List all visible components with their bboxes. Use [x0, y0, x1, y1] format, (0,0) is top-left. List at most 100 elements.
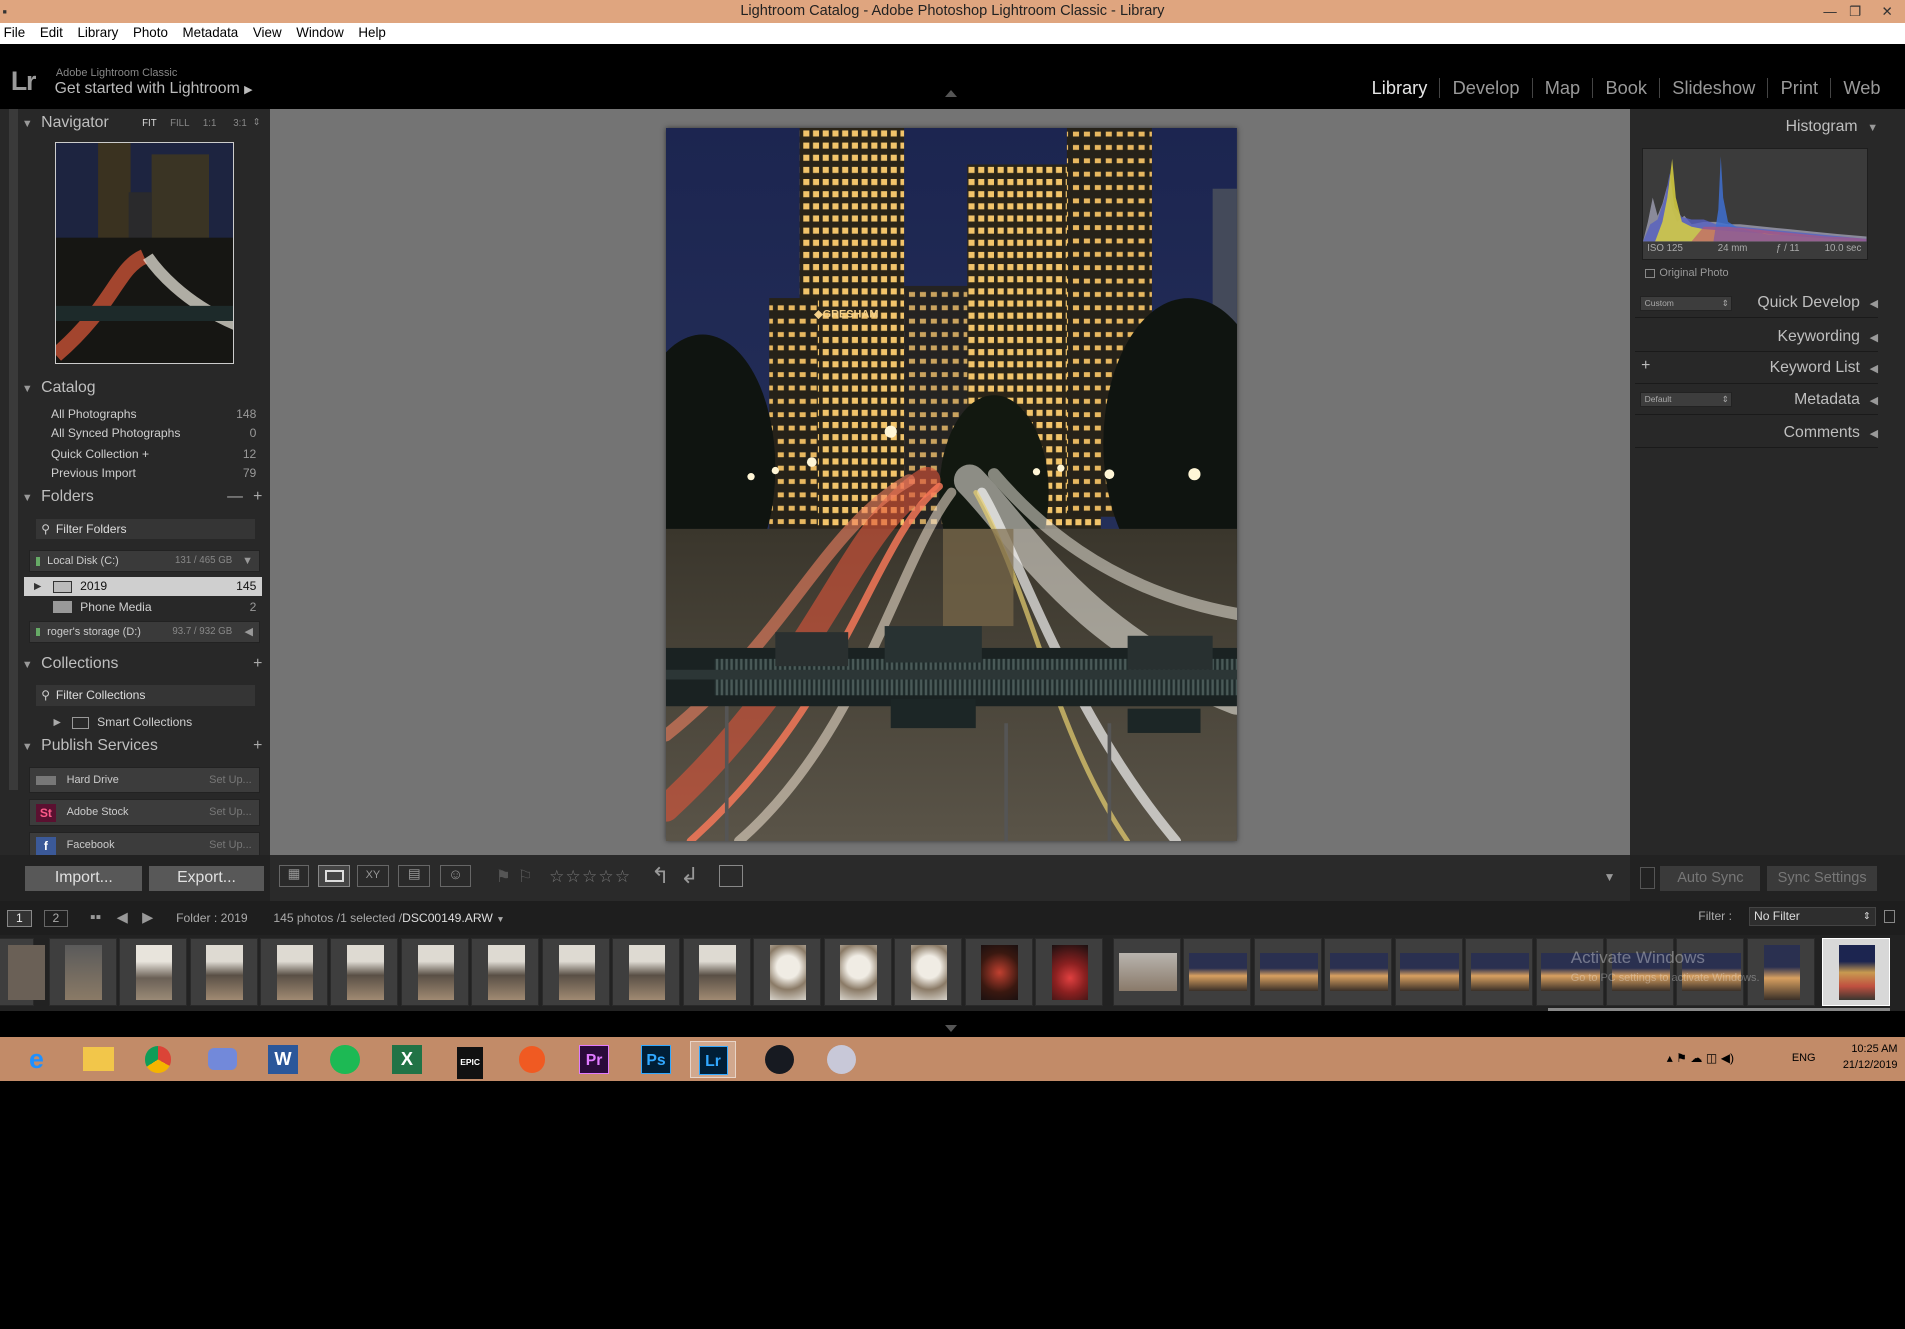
grid-icon[interactable]: ▪▪	[90, 909, 101, 927]
premiere-icon[interactable]: Pr	[579, 1045, 609, 1075]
add-folder-icon[interactable]: +	[253, 488, 262, 506]
remove-folder-icon[interactable]: —	[227, 488, 243, 506]
filter-select[interactable]: No Filter ⇕	[1749, 907, 1876, 926]
forward-arrow-icon[interactable]: ▶	[142, 909, 153, 926]
setup-link[interactable]: Set Up...	[209, 800, 252, 826]
filmstrip-thumb[interactable]	[964, 937, 1033, 1006]
chrome-icon[interactable]	[144, 1045, 172, 1073]
filmstrip-thumb[interactable]	[1465, 937, 1534, 1006]
module-slideshow[interactable]: Slideshow	[1659, 77, 1768, 98]
catalog-item[interactable]: All Synced Photographs 0	[27, 424, 263, 443]
filmstrip-thumb[interactable]	[0, 937, 45, 1006]
paint-icon[interactable]	[827, 1044, 857, 1074]
zoom-fit[interactable]: FIT	[142, 118, 157, 129]
restore-icon[interactable]: ❐	[1849, 0, 1861, 23]
filmstrip-thumb[interactable]	[1394, 937, 1463, 1006]
filmstrip-thumb[interactable]	[400, 937, 469, 1006]
main-photo[interactable]: ◆GRESHAM	[665, 127, 1237, 841]
original-photo-checkbox[interactable]: Original Photo	[1644, 267, 1729, 279]
publish-hard-drive[interactable]: Hard Drive Set Up...	[29, 766, 260, 794]
filmstrip-thumb[interactable]	[682, 937, 751, 1006]
filter-folders-input[interactable]: ⚲ Filter Folders	[36, 518, 256, 540]
catalog-item[interactable]: All Photographs 148	[27, 405, 263, 424]
menu-view[interactable]: View	[253, 25, 282, 40]
export-button[interactable]: Export...	[148, 864, 265, 892]
comments-header[interactable]: Comments ◀	[1635, 417, 1879, 449]
module-book[interactable]: Book	[1592, 77, 1660, 98]
epic-games-icon[interactable]: EPIC	[456, 1047, 484, 1079]
zoom-fill[interactable]: FILL	[170, 118, 189, 129]
filmstrip-thumb[interactable]	[541, 937, 610, 1006]
survey-view-icon[interactable]: ▤	[398, 864, 431, 887]
catalog-item[interactable]: Quick Collection + 12	[27, 445, 263, 464]
crop-overlay-icon[interactable]	[719, 864, 744, 887]
flag-reject-icon[interactable]: ⚐	[517, 867, 532, 887]
main-window-button[interactable]: 1	[7, 909, 32, 927]
filmstrip-thumb[interactable]	[189, 937, 258, 1006]
star-rating[interactable]: ☆☆☆☆☆	[549, 867, 631, 887]
sync-switch-icon[interactable]	[1639, 867, 1655, 890]
menu-help[interactable]: Help	[358, 25, 385, 40]
publish-services-header[interactable]: ▼ Publish Services +	[22, 737, 265, 764]
word-icon[interactable]: W	[268, 1045, 298, 1075]
module-map[interactable]: Map	[1531, 77, 1593, 98]
menu-file[interactable]: File	[4, 25, 26, 40]
zoom-menu-icon[interactable]: ⇕	[253, 117, 261, 128]
menu-photo[interactable]: Photo	[133, 25, 168, 40]
filmstrip-thumb-selected[interactable]	[1822, 937, 1891, 1006]
smart-collections-item[interactable]: ▶ Smart Collections	[27, 713, 263, 732]
internet-explorer-icon[interactable]: e	[13, 1041, 59, 1077]
file-explorer-icon[interactable]	[82, 1047, 115, 1072]
publish-adobe-stock[interactable]: St Adobe Stock Set Up...	[29, 799, 260, 827]
module-print[interactable]: Print	[1767, 77, 1831, 98]
loupe-view-icon[interactable]	[318, 864, 350, 887]
saved-preset-select[interactable]: Custom ⇕	[1639, 296, 1733, 311]
people-view-icon[interactable]: ☺	[439, 864, 472, 887]
loupe-view[interactable]: ◆GRESHAM	[269, 109, 1631, 856]
flag-pick-icon[interactable]: ⚑	[496, 867, 511, 887]
histogram-header[interactable]: Histogram ▼	[1635, 111, 1878, 143]
rotate-left-icon[interactable]: ↰	[651, 863, 669, 889]
filmstrip-thumb[interactable]	[1183, 937, 1252, 1006]
auto-sync-button[interactable]: Auto Sync	[1659, 864, 1762, 892]
grid-view-icon[interactable]: ▦	[279, 864, 309, 887]
filmstrip-thumb[interactable]	[330, 937, 399, 1006]
filmstrip-thumb[interactable]	[753, 937, 822, 1006]
filmstrip-thumb[interactable]	[1035, 937, 1104, 1006]
zoom-3-1[interactable]: 3:1	[233, 118, 247, 129]
filmstrip-thumb[interactable]	[894, 937, 963, 1006]
add-publish-service-icon[interactable]: +	[253, 737, 262, 755]
keyword-list-header[interactable]: Keyword List ◀	[1635, 352, 1879, 384]
compare-view-icon[interactable]: XY	[357, 864, 389, 887]
module-web[interactable]: Web	[1830, 77, 1893, 98]
import-button[interactable]: Import...	[24, 864, 144, 892]
steam-icon[interactable]	[765, 1044, 795, 1074]
left-panel-scrollbar[interactable]	[8, 109, 19, 790]
add-keyword-icon[interactable]: +	[1641, 357, 1650, 375]
photoshop-icon[interactable]: Ps	[641, 1045, 671, 1075]
filmstrip-thumb[interactable]	[119, 937, 188, 1006]
module-develop[interactable]: Develop	[1439, 77, 1532, 98]
filmstrip-thumb[interactable]	[48, 937, 117, 1006]
navigator-header[interactable]: ▼ Navigator FIT FILL 1:1 3:1 ⇕	[22, 114, 265, 141]
navigator-preview[interactable]	[54, 142, 235, 365]
catalog-item[interactable]: Previous Import 79	[27, 464, 263, 483]
volume-local-disk[interactable]: Local Disk (C:) 131 / 465 GB ▼	[29, 550, 260, 573]
excel-icon[interactable]: X	[392, 1045, 422, 1075]
top-panel-toggle-icon[interactable]	[945, 90, 958, 97]
menu-edit[interactable]: Edit	[40, 25, 63, 40]
folder-item-phone-media[interactable]: Phone Media 2	[27, 598, 263, 617]
folder-item-2019[interactable]: ▶ 2019 145	[24, 577, 263, 597]
filmstrip-thumb[interactable]	[1253, 937, 1322, 1006]
setup-link[interactable]: Set Up...	[209, 768, 252, 794]
filter-lock-icon[interactable]	[1884, 909, 1896, 924]
filmstrip-toggle-icon[interactable]	[945, 1025, 958, 1032]
collections-header[interactable]: ▼ Collections +	[22, 655, 265, 682]
toolbar-menu-icon[interactable]: ▼	[1604, 870, 1616, 884]
clock[interactable]: 10:25 AM 21/12/2019	[1843, 1042, 1898, 1074]
tray-icons[interactable]: ▴ ⚑ ☁ ◫ ◀)	[1667, 1051, 1734, 1065]
add-collection-icon[interactable]: +	[253, 655, 262, 673]
lightroom-taskbar-icon[interactable]: Lr	[698, 1046, 728, 1076]
module-library[interactable]: Library	[1360, 78, 1440, 98]
menu-library[interactable]: Library	[77, 25, 118, 40]
